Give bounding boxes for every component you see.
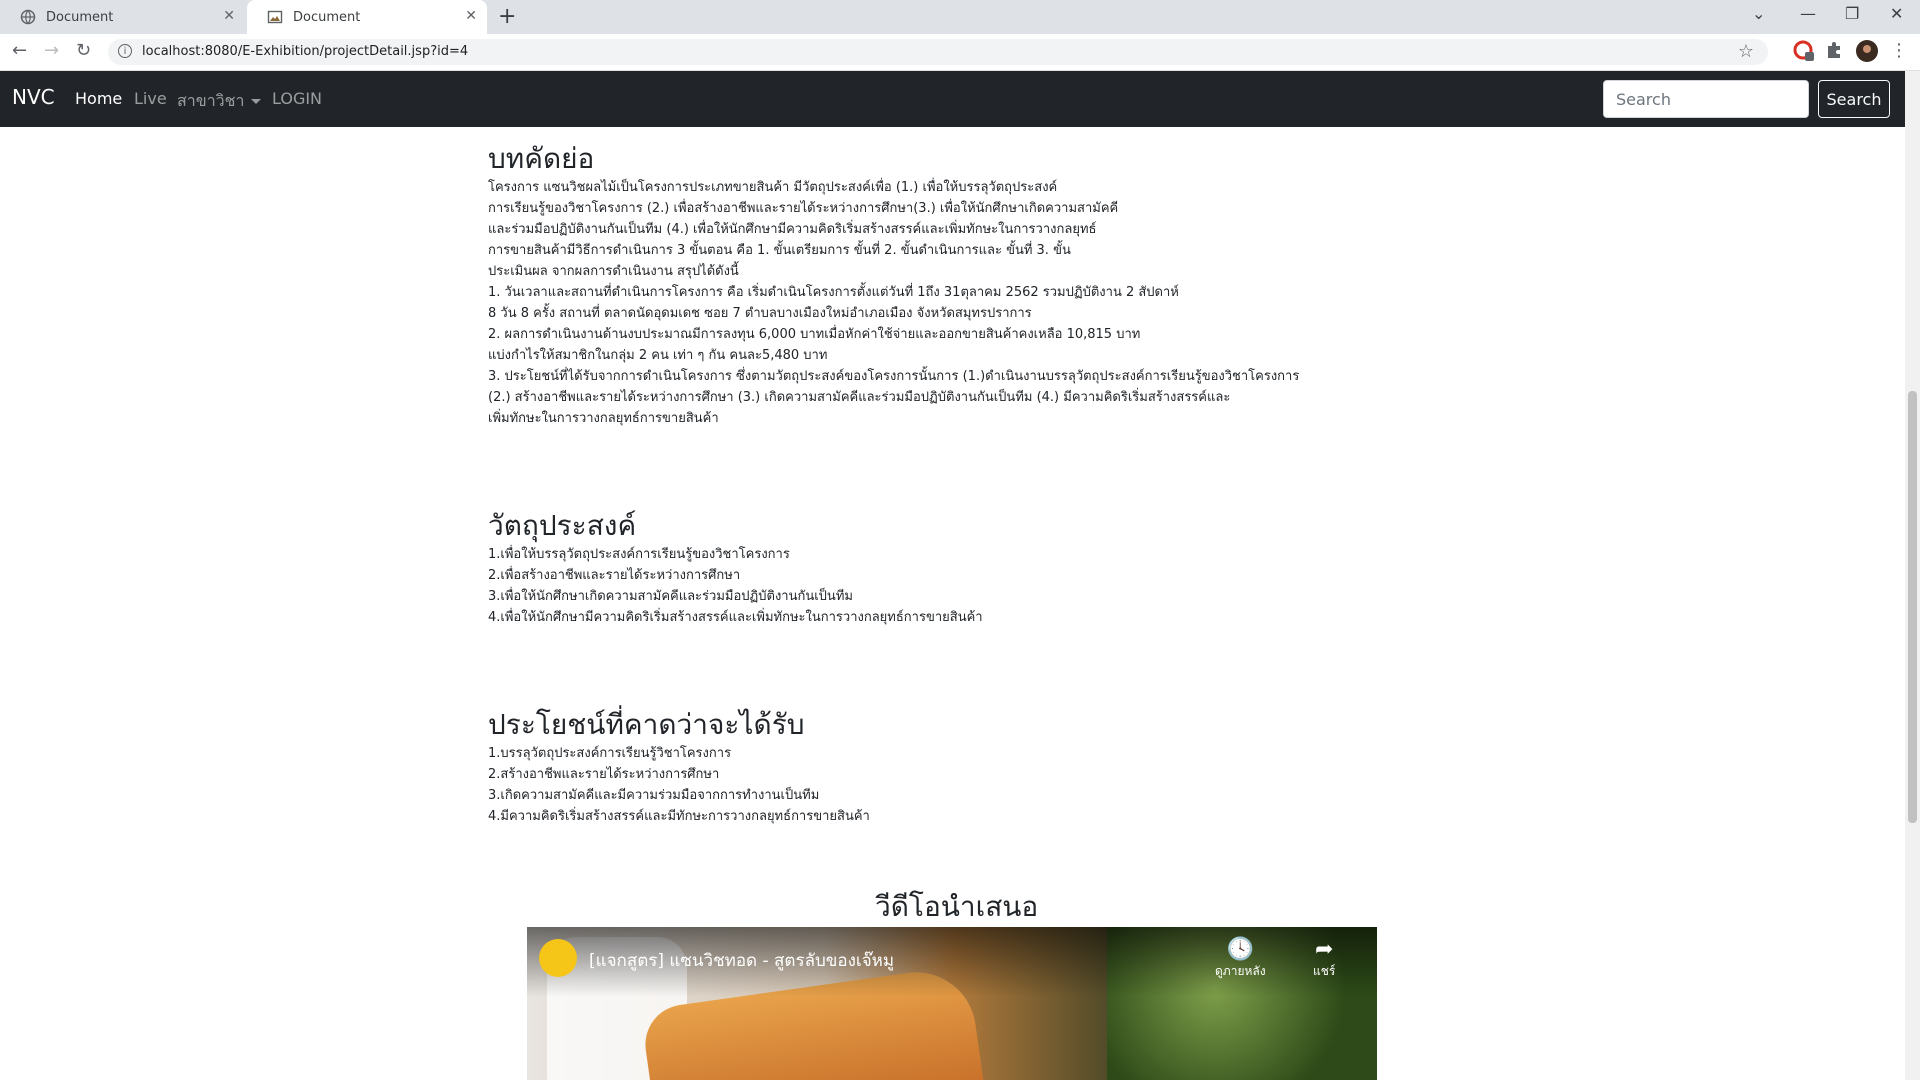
abstract-line: โครงการ แซนวิชผลไม้เป็นโครงการประเภทขายส… xyxy=(488,180,1058,195)
globe-icon xyxy=(20,9,36,25)
abstract-line: 3. ประโยชน์ที่ได้รับจากการดำเนินโครงการ … xyxy=(488,369,1300,384)
menu-kebab-icon[interactable]: ⋮ xyxy=(1890,40,1908,61)
objective-item: 2.เพื่อสร้างอาชีพและรายได้ระหว่างการศึกษ… xyxy=(488,568,741,583)
benefits-list: 1.บรรลุวัตถุประสงค์การเรียนรู้วิชาโครงกา… xyxy=(488,743,870,827)
objectives-heading: วัตถุประสงค์ xyxy=(488,509,637,542)
nav-department-dropdown[interactable]: สาขาวิชา xyxy=(177,89,261,114)
abstract-body: โครงการ แซนวิชผลไม้เป็นโครงการประเภทขายส… xyxy=(488,177,1299,429)
nav-live[interactable]: Live xyxy=(134,89,167,108)
url-text: localhost:8080/E-Exhibition/projectDetai… xyxy=(142,44,469,59)
avatar[interactable] xyxy=(1855,39,1879,67)
video-heading: วีดีโอนำเสนอ xyxy=(875,890,1039,923)
site-navbar: NVC Home Live สาขาวิชา LOGIN Search xyxy=(0,71,1920,127)
abstract-line: และร่วมมือปฏิบัติงานกันเป็นทีม (4.) เพื่… xyxy=(488,222,1097,237)
reload-icon[interactable]: ↻ xyxy=(76,40,91,61)
scrollbar-thumb[interactable] xyxy=(1908,391,1917,823)
objectives-list: 1.เพื่อให้บรรลุวัตถุประสงค์การเรียนรู้ขอ… xyxy=(488,544,983,628)
minimize-icon[interactable]: — xyxy=(1800,4,1816,23)
watch-later-button[interactable]: 🕓 ดูภายหลัง xyxy=(1215,937,1266,981)
objective-item: 1.เพื่อให้บรรลุวัตถุประสงค์การเรียนรู้ขอ… xyxy=(488,547,790,562)
browser-tab-bar: Document ✕ Document ✕ + ⌄ — ❐ ✕ xyxy=(0,0,1920,34)
brand-logo[interactable]: NVC xyxy=(12,85,55,109)
benefit-item: 3.เกิดความสามัคคีและมีความร่วมมือจากการท… xyxy=(488,788,820,803)
abstract-line: 2. ผลการดำเนินงานด้านงบประมาณมีการลงทุน … xyxy=(488,327,1141,342)
benefit-item: 4.มีความคิดริเริ่มสร้างสรรค์และมีทักษะกา… xyxy=(488,809,870,824)
watch-later-label: ดูภายหลัง xyxy=(1215,964,1266,978)
share-label: แชร์ xyxy=(1313,964,1336,978)
benefit-item: 1.บรรลุวัตถุประสงค์การเรียนรู้วิชาโครงกา… xyxy=(488,746,732,761)
share-arrow-icon: ➦ xyxy=(1314,937,1334,962)
url-field[interactable]: i localhost:8080/E-Exhibition/projectDet… xyxy=(108,39,1768,65)
objective-item: 4.เพื่อให้นักศึกษามีความคิดริเริ่มสร้างส… xyxy=(488,610,983,625)
abstract-line: การขายสินค้ามีวิธีการดำเนินการ 3 ขั้นตอน… xyxy=(488,243,1071,258)
nav-login[interactable]: LOGIN xyxy=(272,89,322,108)
video-player[interactable]: [แจกสูตร] แซนวิชทอด - สูตรลับของเจ๊หมู 🕓… xyxy=(527,927,1377,1080)
back-arrow-icon[interactable]: ← xyxy=(12,40,27,61)
puzzle-icon[interactable] xyxy=(1824,40,1844,64)
abstract-heading: บทคัดย่อ xyxy=(488,142,595,175)
share-button[interactable]: ➦ แชร์ xyxy=(1313,937,1335,981)
search-input[interactable] xyxy=(1603,80,1809,118)
nav-department-label: สาขาวิชา xyxy=(177,91,245,110)
abstract-line: ประเมินผล จากผลการดำเนินงาน สรุปได้ดังนี… xyxy=(488,264,739,279)
benefits-heading: ประโยชน์ที่คาดว่าจะได้รับ xyxy=(488,708,805,741)
star-icon[interactable]: ☆ xyxy=(1738,41,1754,62)
close-icon[interactable]: ✕ xyxy=(465,8,477,24)
close-icon[interactable]: ✕ xyxy=(223,8,235,24)
restore-icon[interactable]: ❐ xyxy=(1845,4,1859,23)
page-scrollbar[interactable] xyxy=(1905,71,1920,1080)
extension-badge-icon[interactable] xyxy=(1793,40,1815,66)
forward-arrow-icon[interactable]: → xyxy=(44,40,59,61)
abstract-line: 8 วัน 8 ครั้ง สถานที่ ตลาดนัดอุดมเดช ซอย… xyxy=(488,306,1032,321)
tab-title: Document xyxy=(46,9,114,25)
window-close-icon[interactable]: ✕ xyxy=(1890,4,1903,23)
clock-icon: 🕓 xyxy=(1226,937,1254,962)
abstract-line: การเรียนรู้ของวิชาโครงการ (2.) เพื่อสร้า… xyxy=(488,201,1119,216)
image-icon xyxy=(267,9,283,25)
tab-search-icon[interactable]: ⌄ xyxy=(1752,4,1765,23)
address-bar: ← → ↻ i localhost:8080/E-Exhibition/proj… xyxy=(0,34,1920,71)
benefit-item: 2.สร้างอาชีพและรายได้ระหว่างการศึกษา xyxy=(488,767,720,782)
abstract-line: (2.) สร้างอาชีพและรายได้ระหว่างการศึกษา … xyxy=(488,390,1231,405)
browser-tab[interactable]: Document ✕ xyxy=(0,0,245,34)
channel-logo-icon[interactable] xyxy=(539,939,577,977)
nav-home[interactable]: Home xyxy=(75,89,122,108)
browser-tab-active[interactable]: Document ✕ xyxy=(247,0,487,34)
tab-title: Document xyxy=(293,9,361,25)
video-title[interactable]: [แจกสูตร] แซนวิชทอด - สูตรลับของเจ๊หมู xyxy=(589,947,894,974)
abstract-line: 1. วันเวลาและสถานที่ดำเนินการโครงการ คือ… xyxy=(488,285,1179,300)
abstract-line: แบ่งกำไรให้สมาชิกในกลุ่ม 2 คน เท่า ๆ กัน… xyxy=(488,348,828,363)
new-tab-icon[interactable]: + xyxy=(498,4,516,29)
search-button[interactable]: Search xyxy=(1818,80,1890,118)
abstract-line: เพิ่มทักษะในการวางกลยุทธ์การขายสินค้า xyxy=(488,411,719,426)
objective-item: 3.เพื่อให้นักศึกษาเกิดความสามัคคีและร่วม… xyxy=(488,589,853,604)
caret-down-icon xyxy=(250,99,261,104)
info-icon[interactable]: i xyxy=(118,44,132,58)
